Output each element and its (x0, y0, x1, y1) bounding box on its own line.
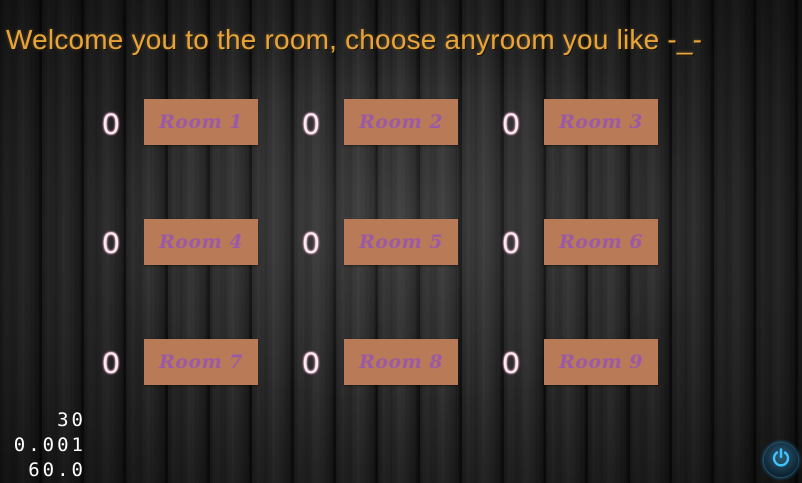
room-1-count: 0 (102, 108, 120, 141)
room-2-button[interactable]: Room 2 (344, 99, 458, 145)
room-2-count: 0 (302, 108, 320, 141)
room-2-label: Room 2 (358, 111, 444, 133)
stat-frame-time: 0.001 (13, 434, 86, 456)
power-icon (770, 447, 792, 473)
room-5-label: Room 5 (358, 231, 444, 253)
debug-stats: 30 0.001 60.0 (4, 408, 86, 483)
welcome-title: Welcome you to the room, choose anyroom … (6, 24, 703, 55)
room-9-count: 0 (502, 347, 520, 380)
room-8-label: Room 8 (358, 351, 444, 373)
room-8-button[interactable]: Room 8 (344, 339, 458, 385)
room-7-count: 0 (102, 347, 120, 380)
room-3-label: Room 3 (558, 111, 644, 133)
power-button[interactable] (764, 443, 798, 477)
room-1-label: Room 1 (158, 111, 244, 133)
room-7-label: Room 7 (158, 351, 244, 373)
room-4-count: 0 (102, 227, 120, 260)
room-1-button[interactable]: Room 1 (144, 99, 258, 145)
room-9-button[interactable]: Room 9 (544, 339, 658, 385)
room-3-count: 0 (502, 108, 520, 141)
room-6-button[interactable]: Room 6 (544, 219, 658, 265)
room-4-label: Room 4 (158, 231, 244, 253)
stat-fps: 60.0 (28, 459, 86, 481)
room-8-count: 0 (302, 347, 320, 380)
room-5-button[interactable]: Room 5 (344, 219, 458, 265)
room-4-button[interactable]: Room 4 (144, 219, 258, 265)
room-6-count: 0 (502, 227, 520, 260)
room-3-button[interactable]: Room 3 (544, 99, 658, 145)
room-9-label: Room 9 (558, 351, 644, 373)
room-7-button[interactable]: Room 7 (144, 339, 258, 385)
room-5-count: 0 (302, 227, 320, 260)
stat-draw-calls: 30 (57, 409, 86, 431)
room-6-label: Room 6 (558, 231, 644, 253)
